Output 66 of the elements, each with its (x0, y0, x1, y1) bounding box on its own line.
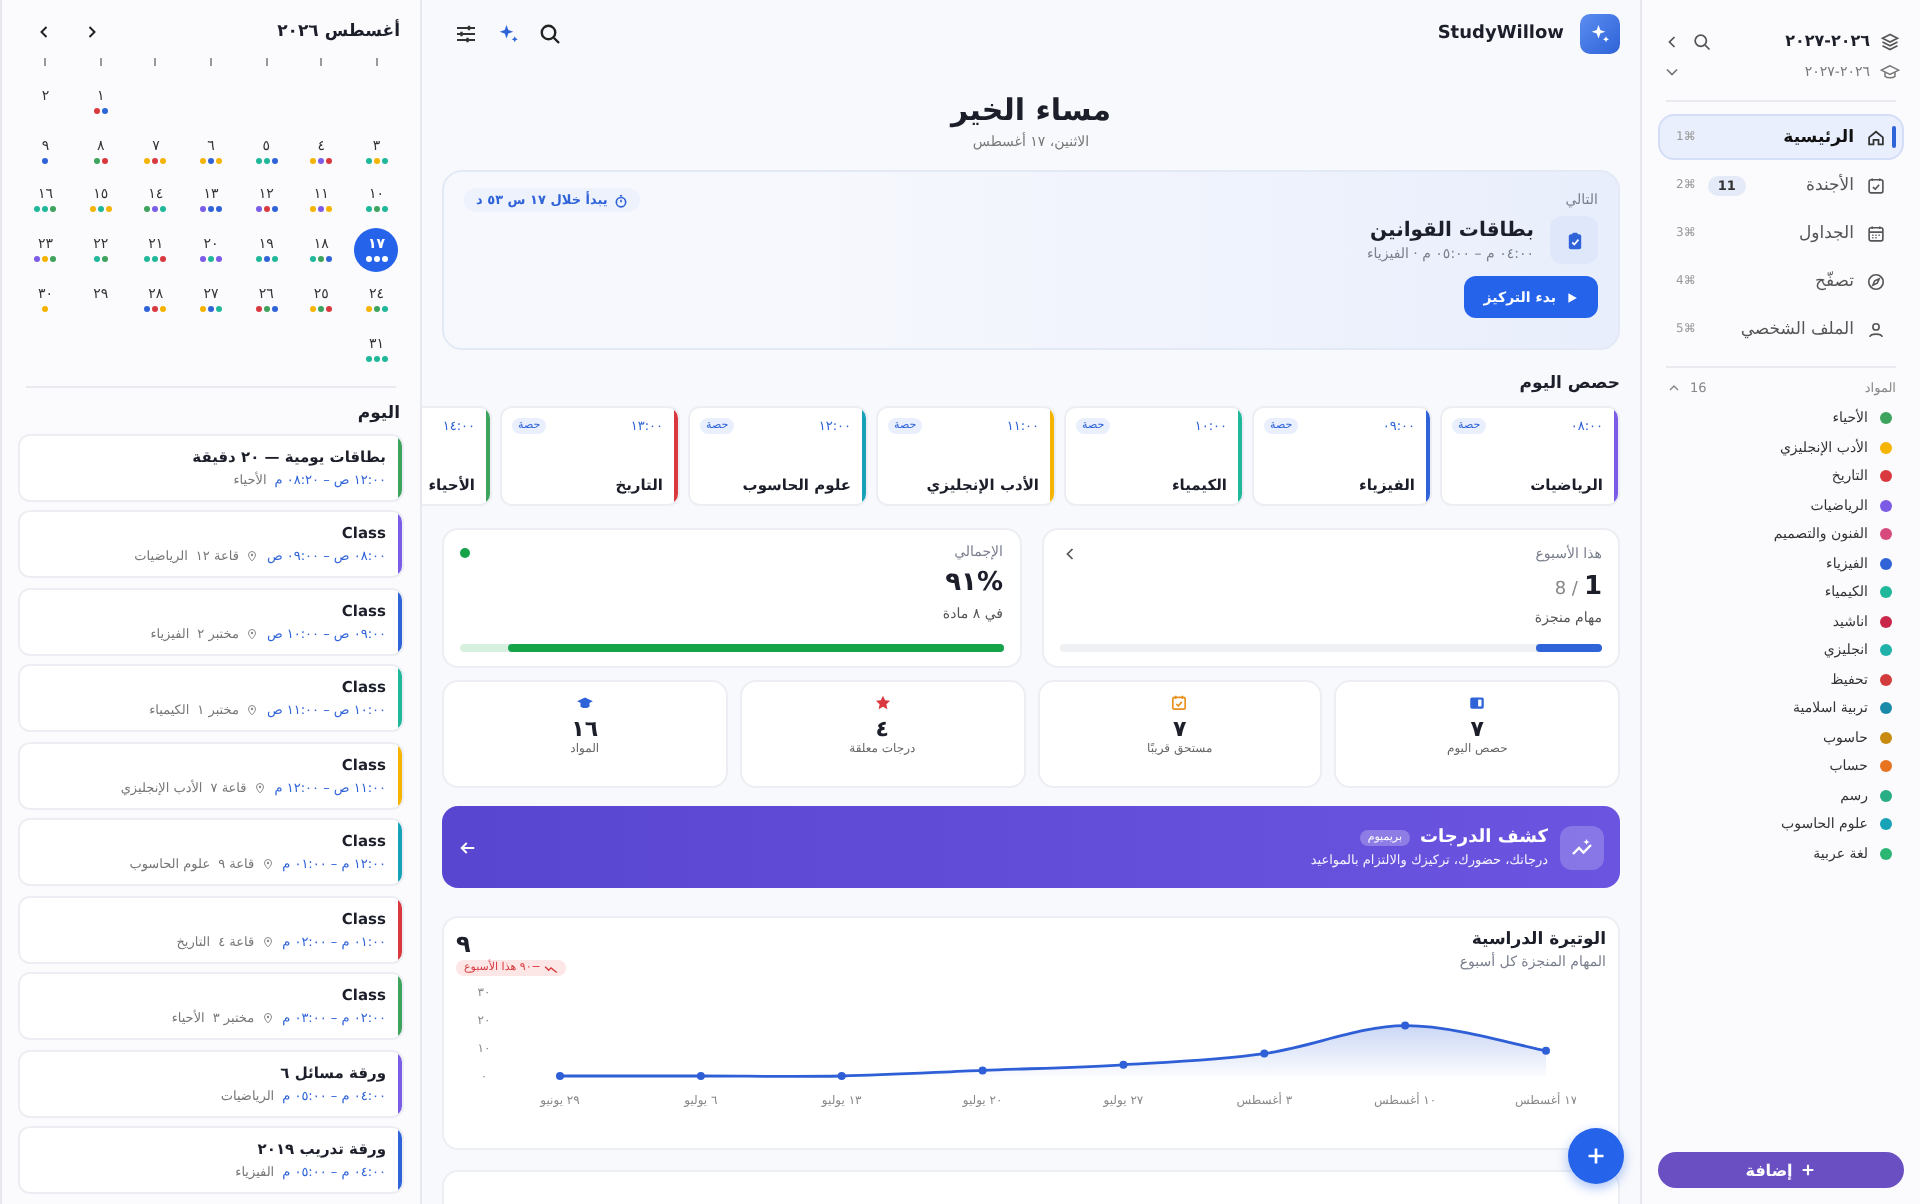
location-pin-icon (246, 704, 259, 717)
weekday-mark (320, 57, 323, 66)
location-pin-icon (262, 858, 275, 871)
play-icon (1566, 291, 1578, 303)
sliders-icon[interactable] (454, 22, 478, 46)
arrow-icon[interactable] (458, 837, 478, 857)
location-pin-icon (254, 781, 267, 794)
plus-icon (1800, 1162, 1817, 1178)
done-count: 1 (1583, 572, 1602, 602)
plus-icon (1584, 1144, 1608, 1168)
weekday-mark (265, 57, 268, 66)
book-icon (1468, 694, 1487, 712)
month-title: أغسطس ٢٠٢٦ (277, 21, 400, 42)
chart-title: الوتيرة الدراسية (1469, 930, 1606, 950)
weekday-mark (99, 57, 102, 66)
data-point (1260, 1049, 1269, 1058)
event-title: بطاقات القوانين (1368, 219, 1534, 241)
compass-icon (1866, 271, 1886, 291)
stat-value: ٤ (875, 716, 889, 742)
data-point (837, 1072, 846, 1080)
weekday-mark (154, 57, 157, 66)
location-pin-icon (246, 550, 259, 563)
section-title: اليوم (355, 403, 400, 424)
clipboard-icon (1550, 216, 1598, 264)
calendar-icon (1866, 223, 1886, 243)
chevron-up-icon[interactable] (1666, 380, 1682, 396)
user-icon (1866, 319, 1886, 339)
timer-icon (613, 193, 628, 207)
weekday-mark (375, 57, 378, 66)
sparkle-icon[interactable] (496, 22, 520, 46)
home-icon (1866, 127, 1886, 147)
total-count: 8 / (1554, 580, 1578, 600)
overall-percent: %٩١ (945, 568, 1003, 598)
data-point (556, 1072, 564, 1080)
data-point (1119, 1060, 1128, 1069)
banner-title: كشف الدرجات (1420, 827, 1548, 847)
layers-icon (1880, 31, 1900, 51)
stat-value: ٧ (1470, 716, 1484, 742)
data-point (696, 1072, 705, 1080)
calendar-check-icon (1170, 694, 1189, 712)
search-icon[interactable] (1692, 31, 1712, 51)
add-button[interactable]: إضافة (1658, 1152, 1904, 1188)
search-icon[interactable] (538, 22, 562, 46)
weekday-mark (44, 57, 47, 66)
location-pin-icon (262, 1012, 275, 1025)
brand-name: StudyWillow (1437, 24, 1564, 44)
weekday-mark (210, 57, 213, 66)
graduation-cap-icon (575, 694, 594, 712)
status-dot (460, 547, 470, 557)
calendar-check-icon (1866, 175, 1886, 195)
stat-value: ١٦ (571, 716, 599, 742)
greeting-title: مساء الخير (947, 92, 1114, 128)
weekly-value: ٩ (456, 930, 471, 958)
graduation-cap-icon (1880, 61, 1900, 81)
trend-sparkle-icon (1560, 825, 1604, 869)
year-selector[interactable]: ٢٠٢٦-٢٠٢٧ (1785, 32, 1870, 50)
trend-down-icon (544, 963, 559, 973)
data-point (1542, 1046, 1550, 1055)
sparkle-logo-icon (1580, 14, 1620, 54)
location-pin-icon (246, 627, 259, 640)
data-point (1401, 1021, 1410, 1030)
star-icon (873, 694, 892, 712)
section-title: حصص اليوم (1517, 374, 1620, 394)
stat-value: ٧ (1173, 716, 1187, 742)
location-pin-icon (262, 935, 275, 948)
data-point (978, 1066, 987, 1075)
